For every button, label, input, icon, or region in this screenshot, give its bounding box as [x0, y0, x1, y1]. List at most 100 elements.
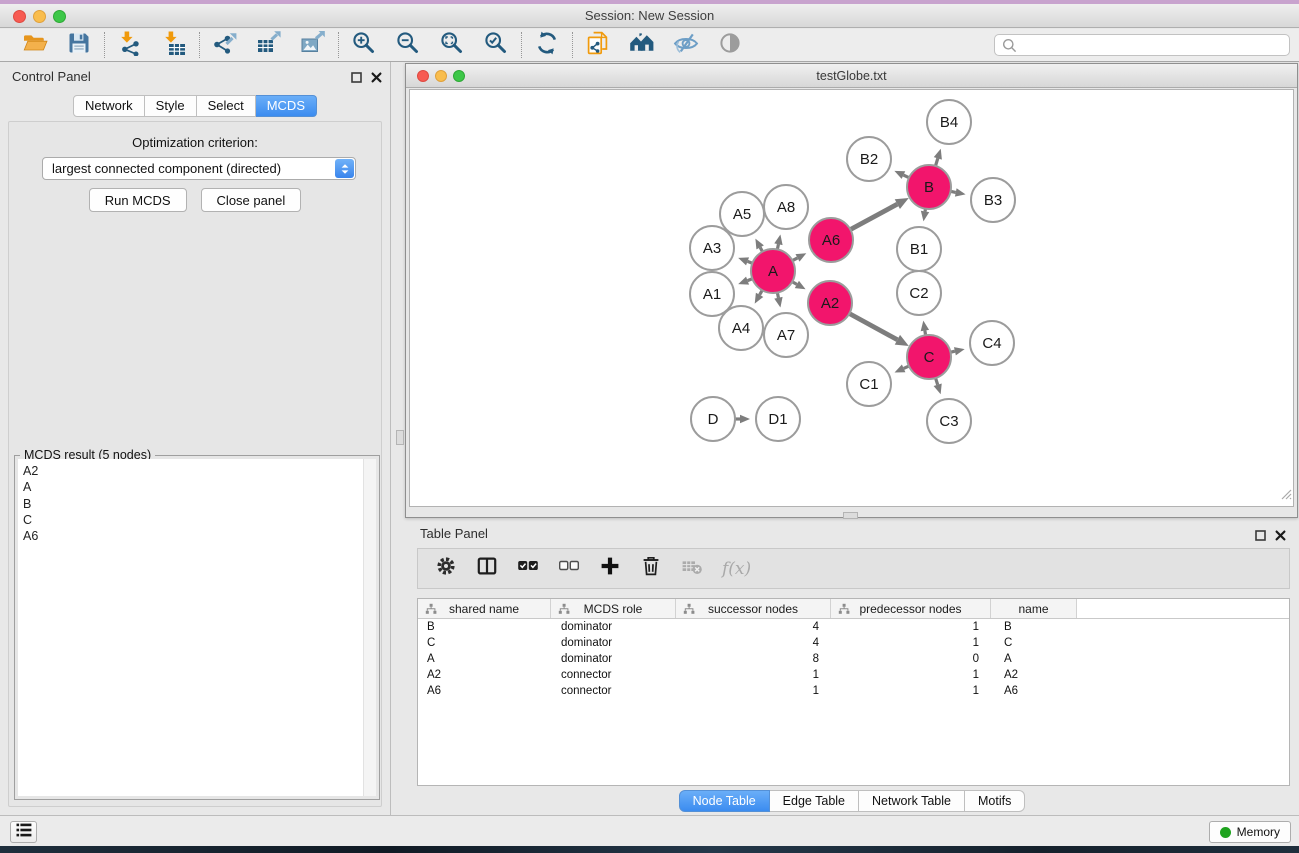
graph-node-D[interactable]: D [691, 397, 735, 441]
table-cell[interactable]: A [991, 651, 1077, 667]
tab-network[interactable]: Network [73, 95, 145, 117]
table-cell[interactable]: 1 [831, 667, 991, 683]
tab-motifs[interactable]: Motifs [965, 790, 1025, 812]
graph-node-A2[interactable]: A2 [808, 281, 852, 325]
mcds-result-item[interactable]: C [23, 512, 376, 528]
graph-node-A8[interactable]: A8 [764, 185, 808, 229]
table-cell[interactable]: 8 [676, 651, 831, 667]
show-graphics-details-button[interactable] [712, 31, 748, 59]
graph-node-C3[interactable]: C3 [927, 399, 971, 443]
graph-node-C4[interactable]: C4 [970, 321, 1014, 365]
table-cell[interactable]: dominator [551, 635, 676, 651]
table-cell[interactable]: connector [551, 683, 676, 699]
graph-node-B2[interactable]: B2 [847, 137, 891, 181]
save-session-button[interactable] [61, 31, 97, 59]
control-panel-close-icon[interactable] [371, 70, 382, 88]
mcds-result-item[interactable]: A [23, 479, 376, 495]
home-button[interactable] [624, 31, 660, 59]
tab-node-table[interactable]: Node Table [679, 790, 770, 812]
export-image-button[interactable] [295, 31, 331, 59]
graph-node-A[interactable]: A [751, 249, 795, 293]
table-options-gear-button[interactable] [435, 555, 457, 583]
select-all-columns-button[interactable] [517, 555, 539, 583]
table-panel-float-icon[interactable] [1255, 528, 1266, 546]
apply-layout-button[interactable] [529, 31, 565, 59]
table-row[interactable]: Bdominator41B [418, 619, 1289, 635]
export-table-button[interactable] [251, 31, 287, 59]
network-minimize-button[interactable] [435, 70, 447, 82]
column-header-predecessor-nodes[interactable]: predecessor nodes [831, 599, 991, 618]
zoom-selected-button[interactable] [478, 31, 514, 59]
vertical-splitter-handle[interactable] [396, 430, 404, 445]
tab-select[interactable]: Select [197, 95, 256, 117]
graph-node-C1[interactable]: C1 [847, 362, 891, 406]
minimize-window-button[interactable] [33, 10, 46, 23]
table-row[interactable]: A2connector11A2 [418, 667, 1289, 683]
graph-node-B4[interactable]: B4 [927, 100, 971, 144]
close-window-button[interactable] [13, 10, 26, 23]
table-cell[interactable]: B [991, 619, 1077, 635]
memory-button[interactable]: Memory [1209, 821, 1291, 843]
control-panel-float-icon[interactable] [351, 70, 362, 88]
maximize-window-button[interactable] [53, 10, 66, 23]
graph-node-A6[interactable]: A6 [809, 218, 853, 262]
table-cell[interactable]: A2 [991, 667, 1077, 683]
column-header-successor-nodes[interactable]: successor nodes [676, 599, 831, 618]
network-close-button[interactable] [417, 70, 429, 82]
mcds-result-item[interactable]: B [23, 496, 376, 512]
import-network-button[interactable] [112, 31, 148, 59]
panel-list-button[interactable] [10, 821, 37, 843]
table-cell[interactable]: C [991, 635, 1077, 651]
table-cell[interactable]: A [418, 651, 551, 667]
add-column-button[interactable] [599, 555, 621, 583]
zoom-fit-button[interactable] [434, 31, 470, 59]
table-cell[interactable]: 1 [676, 667, 831, 683]
graph-node-D1[interactable]: D1 [756, 397, 800, 441]
table-cell[interactable]: B [418, 619, 551, 635]
table-cell[interactable]: dominator [551, 651, 676, 667]
table-cell[interactable]: 0 [831, 651, 991, 667]
table-row[interactable]: Adominator80A [418, 651, 1289, 667]
table-cell[interactable]: connector [551, 667, 676, 683]
network-canvas[interactable]: B4B2BB3A8A5A6B1A3AC2A1A2A4A7CC4C1C3DD1 [409, 89, 1294, 507]
mcds-result-item[interactable]: A6 [23, 528, 376, 544]
graph-node-A3[interactable]: A3 [690, 226, 734, 270]
tab-edge-table[interactable]: Edge Table [770, 790, 859, 812]
graph-node-B1[interactable]: B1 [897, 227, 941, 271]
network-maximize-button[interactable] [453, 70, 465, 82]
mcds-result-scrollbar[interactable] [363, 459, 376, 796]
mcds-result-item[interactable]: A2 [23, 463, 376, 479]
column-header-name[interactable]: name [991, 599, 1077, 618]
table-cell[interactable]: 1 [831, 619, 991, 635]
search-input[interactable] [1021, 36, 1289, 54]
clone-network-button[interactable] [580, 31, 616, 59]
column-header-MCDS-role[interactable]: MCDS role [551, 599, 676, 618]
tab-mcds[interactable]: MCDS [256, 95, 317, 117]
graph-node-A5[interactable]: A5 [720, 192, 764, 236]
criterion-dropdown[interactable]: largest connected component (directed) [42, 157, 356, 180]
table-cell[interactable]: 4 [676, 635, 831, 651]
table-cell[interactable]: 1 [831, 683, 991, 699]
zoom-out-button[interactable] [390, 31, 426, 59]
search-box[interactable] [994, 34, 1290, 56]
zoom-in-button[interactable] [346, 31, 382, 59]
column-header-shared-name[interactable]: shared name [418, 599, 551, 618]
table-panel-close-icon[interactable] [1275, 528, 1286, 546]
window-resize-grip[interactable] [1279, 487, 1292, 505]
table-row[interactable]: Cdominator41C [418, 635, 1289, 651]
delete-columns-button[interactable] [640, 555, 662, 583]
unselect-all-columns-button[interactable] [558, 555, 580, 583]
graph-node-B3[interactable]: B3 [971, 178, 1015, 222]
graph-node-B[interactable]: B [907, 165, 951, 209]
tab-style[interactable]: Style [145, 95, 197, 117]
table-cell[interactable]: C [418, 635, 551, 651]
hide-graphics-details-button[interactable] [668, 31, 704, 59]
close-panel-button[interactable]: Close panel [201, 188, 302, 212]
open-session-button[interactable] [17, 31, 53, 59]
horizontal-splitter-handle[interactable] [843, 512, 858, 519]
table-cell[interactable]: A6 [418, 683, 551, 699]
show-columns-button[interactable] [476, 555, 498, 583]
table-cell[interactable]: A6 [991, 683, 1077, 699]
run-mcds-button[interactable]: Run MCDS [89, 188, 187, 212]
graph-node-A4[interactable]: A4 [719, 306, 763, 350]
